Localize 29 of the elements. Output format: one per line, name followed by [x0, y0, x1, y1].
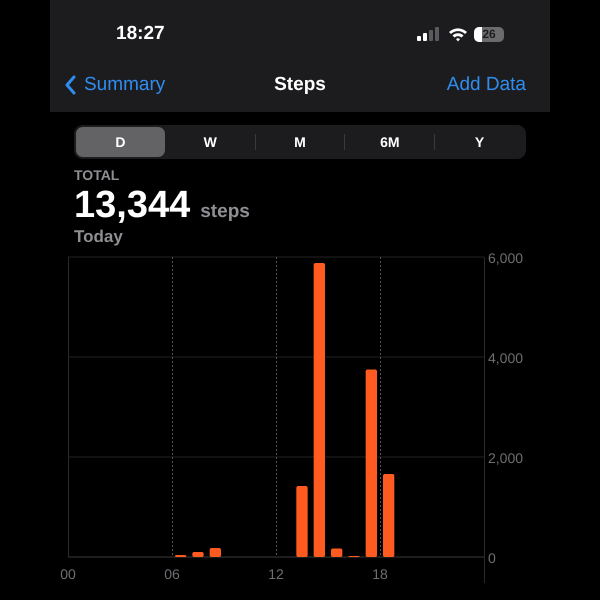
- x-axis-label: 18: [372, 566, 388, 582]
- x-axis-label: 00: [60, 566, 76, 582]
- y-axis-label: 2,000: [488, 450, 524, 466]
- signal-icon: [417, 27, 442, 41]
- period-tab[interactable]: D: [76, 127, 165, 157]
- x-axis-label: 06: [164, 566, 180, 582]
- period-tab[interactable]: Y: [435, 127, 524, 157]
- period-tab[interactable]: 6M: [345, 127, 434, 157]
- unit-label: steps: [200, 201, 250, 223]
- x-axis-label: 12: [268, 566, 284, 582]
- back-link[interactable]: Summary: [64, 74, 166, 96]
- chart-bar: [331, 548, 342, 557]
- y-axis-label: 6,000: [488, 250, 524, 266]
- chart-bar: [210, 548, 221, 557]
- y-axis-label: 0: [488, 550, 496, 566]
- battery-icon: 26: [474, 26, 504, 42]
- status-time: 18:27: [116, 23, 165, 45]
- chart-bar: [296, 486, 308, 557]
- wifi-icon: [448, 26, 468, 42]
- chevron-left-icon: [64, 75, 76, 95]
- period-label: Today: [74, 227, 124, 247]
- add-data-link[interactable]: Add Data: [446, 74, 526, 96]
- period-tab[interactable]: M: [256, 127, 344, 157]
- screen-title: Steps: [273, 74, 327, 96]
- total-value: 13,344: [74, 183, 190, 227]
- chart-bar: [192, 552, 204, 557]
- y-axis-label: 4,000: [488, 350, 524, 366]
- total-label: TOTAL: [74, 167, 120, 183]
- period-tab[interactable]: W: [166, 127, 255, 157]
